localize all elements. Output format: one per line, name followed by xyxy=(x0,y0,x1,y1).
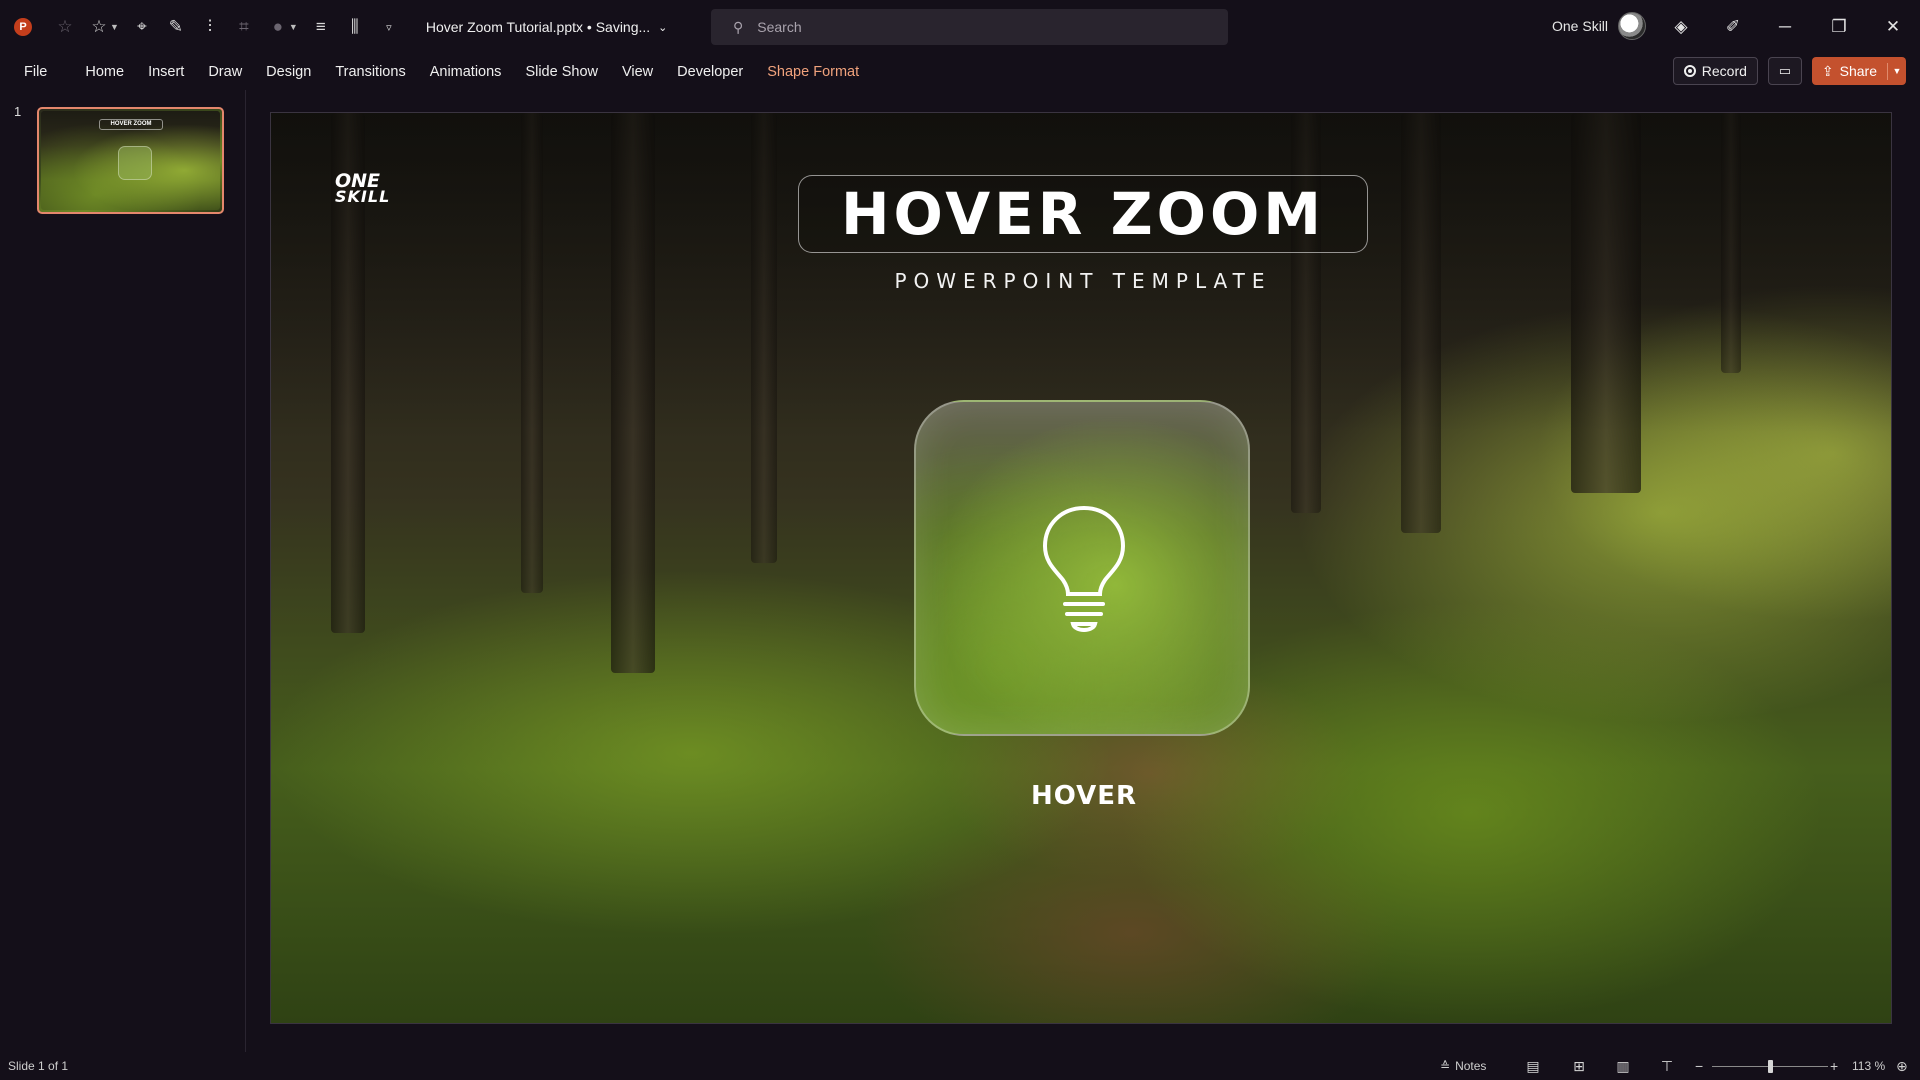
title-bar: P ☆ ☆ ▼ ⌖ ✎ ⫶ ⌗ ● ▼ ≡ ⫼ ▿ Hover Zoom Tut… xyxy=(0,0,1920,54)
thumbnail-title: HOVER ZOOM xyxy=(99,119,163,130)
tab-slide-show[interactable]: Slide Show xyxy=(513,57,610,87)
share-main[interactable]: ⇪ Share xyxy=(1821,62,1888,80)
tab-file[interactable]: File xyxy=(24,57,73,87)
slide-subtitle[interactable]: POWERPOINT TEMPLATE xyxy=(798,269,1368,293)
lightbulb-icon xyxy=(1042,505,1126,632)
pen-icon[interactable]: ✎ xyxy=(161,12,191,42)
thumbnail-card xyxy=(118,146,152,180)
zoom-level[interactable]: 113 % xyxy=(1852,1059,1885,1073)
search-icon: ⚲ xyxy=(733,18,744,35)
slide-sorter-icon[interactable]: ⊞ xyxy=(1568,1056,1590,1076)
slide-title-box[interactable]: HOVER ZOOM xyxy=(798,175,1368,253)
align-icon[interactable]: ⫶ xyxy=(195,12,225,42)
slide-show-icon[interactable]: ⊤ xyxy=(1656,1056,1678,1076)
status-bar: Slide 1 of 1 ≙ Notes ▤ ⊞ ▥ ⊤ − + 113 % ⊕ xyxy=(0,1052,1920,1080)
zoom-in-icon[interactable]: + xyxy=(1830,1058,1838,1074)
close-icon[interactable]: ✕ xyxy=(1878,12,1908,42)
fit-to-window-icon[interactable]: ⊕ xyxy=(1896,1058,1908,1075)
one-skill-logo[interactable]: ONE SKILL xyxy=(335,172,391,206)
notes-label: Notes xyxy=(1455,1059,1487,1073)
search-box[interactable]: ⚲ xyxy=(711,9,1228,45)
user-name: One Skill xyxy=(1552,18,1609,34)
document-title-text: Hover Zoom Tutorial.pptx • Saving... xyxy=(425,19,651,35)
tab-shape-format[interactable]: Shape Format xyxy=(755,57,871,87)
reading-view-icon[interactable]: ▥ xyxy=(1612,1056,1634,1076)
lasso-icon[interactable]: ⌖ xyxy=(127,12,157,42)
slide-count: Slide 1 of 1 xyxy=(8,1059,69,1073)
tab-home[interactable]: Home xyxy=(73,57,136,87)
distribute-icon[interactable]: ≡ xyxy=(306,12,336,42)
chevron-down-icon[interactable]: ▼ xyxy=(289,22,298,32)
tab-insert[interactable]: Insert xyxy=(136,57,196,87)
crop-icon[interactable]: ⌗ xyxy=(229,12,259,42)
powerpoint-logo-icon: P xyxy=(14,18,32,36)
restore-icon[interactable]: ❐ xyxy=(1824,12,1854,42)
zoom-out-icon[interactable]: − xyxy=(1695,1058,1703,1074)
record-icon xyxy=(1683,65,1696,77)
thumbnail-preview: HOVER ZOOM xyxy=(41,111,220,210)
customize-quick-access-icon[interactable]: ▿ xyxy=(374,12,404,42)
user-account[interactable]: One Skill xyxy=(1552,12,1647,40)
comment-icon: ▭ xyxy=(1778,63,1792,78)
slide-thumbnail-pane: 1 HOVER ZOOM xyxy=(0,90,246,1052)
document-title[interactable]: Hover Zoom Tutorial.pptx • Saving... ⌄ xyxy=(426,19,668,35)
slide-title: HOVER ZOOM xyxy=(840,180,1326,248)
minimize-icon[interactable]: ─ xyxy=(1770,12,1800,42)
logo-line-2: SKILL xyxy=(335,187,391,206)
slide-thumbnail[interactable]: HOVER ZOOM xyxy=(37,107,224,214)
designer-pen-icon[interactable]: ✐ xyxy=(1718,12,1748,42)
tab-draw[interactable]: Draw xyxy=(196,57,254,87)
avatar[interactable] xyxy=(1618,12,1647,40)
notes-icon: ≙ xyxy=(1440,1059,1451,1073)
hover-label[interactable]: HOVER xyxy=(1031,781,1136,811)
notes-button[interactable]: ≙ Notes xyxy=(1440,1059,1486,1073)
hover-glass-card[interactable] xyxy=(914,400,1250,736)
chevron-down-icon[interactable]: ▼ xyxy=(1888,66,1906,76)
share-label: Share xyxy=(1839,63,1877,79)
search-input[interactable] xyxy=(757,19,1178,35)
quick-access-toolbar: P ☆ ☆ ▼ ⌖ ✎ ⫶ ⌗ ● ▼ ≡ ⫼ ▿ xyxy=(0,12,404,42)
normal-view-icon[interactable]: ▤ xyxy=(1522,1056,1544,1076)
record-label: Record xyxy=(1701,63,1747,79)
share-button[interactable]: ⇪ Share ▼ xyxy=(1811,57,1906,85)
ribbon-tabs: File Home Insert Draw Design Transitions… xyxy=(0,54,1920,90)
tab-developer[interactable]: Developer xyxy=(665,57,755,87)
chevron-down-icon[interactable]: ▼ xyxy=(110,22,119,32)
tab-transitions[interactable]: Transitions xyxy=(323,57,417,87)
arrange-icon[interactable]: ⫼ xyxy=(340,12,370,42)
chevron-down-icon: ⌄ xyxy=(658,21,668,34)
ribbon-actions: Record ▭ ⇪ Share ▼ xyxy=(1672,57,1906,85)
tab-view[interactable]: View xyxy=(610,57,665,87)
tab-animations[interactable]: Animations xyxy=(418,57,514,87)
tab-design[interactable]: Design xyxy=(254,57,323,87)
slide-canvas[interactable]: ONE SKILL HOVER ZOOM POWERPOINT TEMPLATE… xyxy=(270,112,1892,1024)
comments-button[interactable]: ▭ xyxy=(1767,57,1802,85)
record-button[interactable]: Record xyxy=(1672,57,1758,85)
thumbnail-number: 1 xyxy=(14,104,22,119)
share-icon: ⇪ xyxy=(1821,62,1834,79)
autosave-icon[interactable]: ☆ xyxy=(50,12,80,42)
premium-diamond-icon[interactable]: ◈ xyxy=(1666,12,1696,42)
zoom-slider-handle[interactable] xyxy=(1768,1060,1773,1073)
